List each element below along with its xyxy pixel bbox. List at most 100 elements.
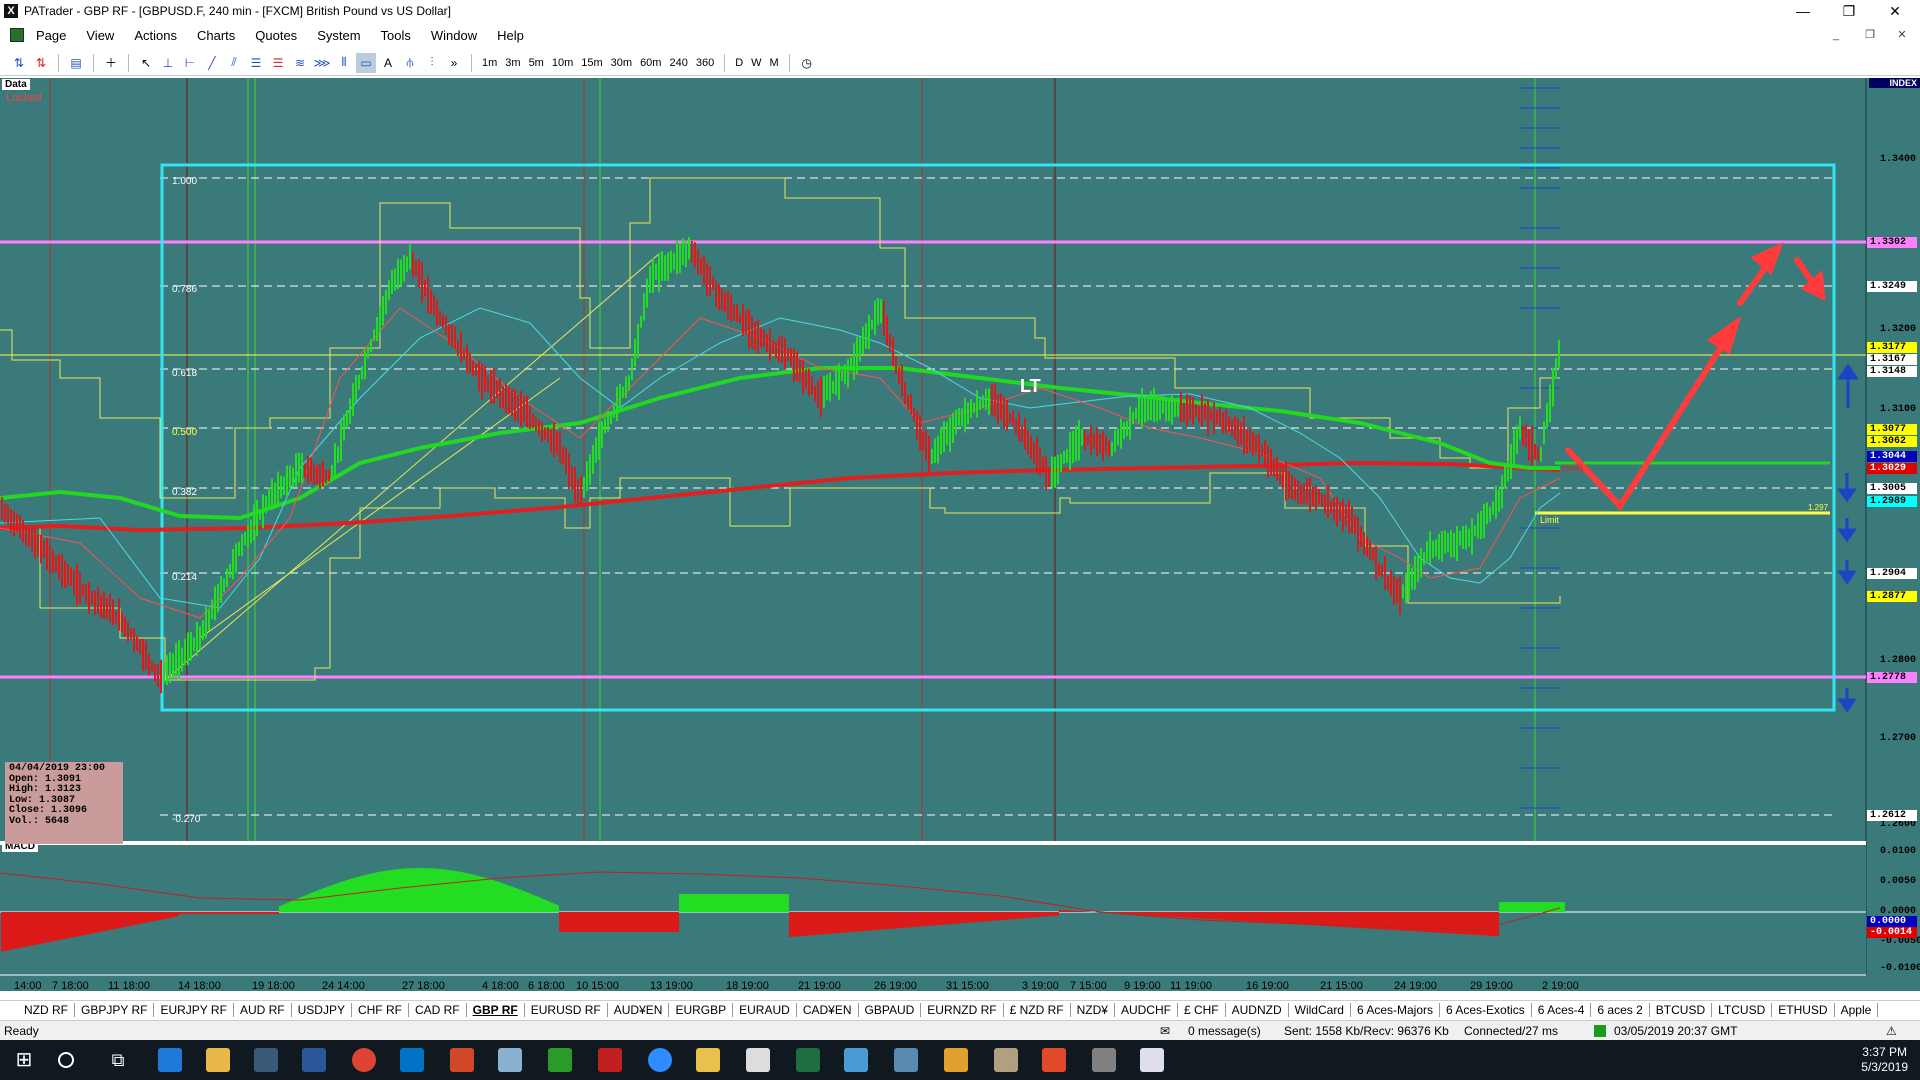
workspace-tab[interactable]: NZD RF (18, 1002, 75, 1017)
minimize-button[interactable]: — (1780, 0, 1826, 22)
timeframe-60m[interactable]: 60m (636, 57, 665, 69)
edge-browser-icon[interactable] (158, 1048, 182, 1072)
fib-fan-icon[interactable]: ≋ (290, 53, 310, 73)
trend-line-icon[interactable]: ╱ (202, 53, 222, 73)
pitchfork-icon[interactable]: ⫛ (400, 53, 420, 73)
timeframe-15m[interactable]: 15m (577, 57, 606, 69)
speed-lines-icon[interactable]: ⫶ (422, 53, 442, 73)
task-view-icon[interactable]: ⧉ (106, 1048, 130, 1072)
excel-icon[interactable] (796, 1048, 820, 1072)
app-icon[interactable] (498, 1048, 522, 1072)
workspace-tab[interactable]: GBP RF (467, 1002, 525, 1017)
menu-system[interactable]: System (307, 28, 370, 43)
mail-icon[interactable]: ✉ (1160, 1024, 1170, 1038)
search-icon[interactable] (58, 1052, 74, 1068)
ninja-app-icon[interactable] (548, 1048, 572, 1072)
menu-actions[interactable]: Actions (124, 28, 187, 43)
workspace-tab[interactable]: £ NZD RF (1004, 1002, 1071, 1017)
workspace-tab[interactable]: 6 Aces-Exotics (1440, 1002, 1532, 1017)
word-icon[interactable] (302, 1048, 326, 1072)
workspace-tab[interactable]: EURNZD RF (921, 1002, 1004, 1017)
workspace-tab[interactable]: BTCUSD (1650, 1002, 1713, 1017)
workspace-tab[interactable]: AUD RF (234, 1002, 292, 1017)
fib-retracement-icon[interactable]: ☰ (246, 53, 266, 73)
workspace-tab[interactable]: EURUSD RF (525, 1002, 608, 1017)
photos-icon[interactable] (1140, 1048, 1164, 1072)
fib-extension-icon[interactable]: ☰ (268, 53, 288, 73)
file-app-icon[interactable] (944, 1048, 968, 1072)
buy-arrow-icon[interactable]: ⇅ (9, 53, 29, 73)
powerpoint-icon[interactable] (450, 1048, 474, 1072)
notes-icon[interactable] (696, 1048, 720, 1072)
workspace-tab[interactable]: £ CHF (1178, 1002, 1226, 1017)
menu-charts[interactable]: Charts (187, 28, 245, 43)
chrome-icon[interactable] (352, 1048, 376, 1072)
tool-app-icon[interactable] (994, 1048, 1018, 1072)
status-messages[interactable]: 0 message(s) (1188, 1024, 1261, 1038)
text-tool-icon[interactable]: A (378, 53, 398, 73)
close-button[interactable]: ✕ (1872, 0, 1918, 22)
workspace-tab[interactable]: ETHUSD (1772, 1002, 1835, 1017)
menu-quotes[interactable]: Quotes (245, 28, 307, 43)
workspace-tab[interactable]: LTCUSD (1712, 1002, 1773, 1017)
channel-icon[interactable]: ⫽ (224, 53, 244, 73)
workspace-tab[interactable]: AUDNZD (1226, 1002, 1289, 1017)
patrader-task-icon[interactable] (254, 1048, 278, 1072)
horizontal-line-icon[interactable]: ⊥ (158, 53, 178, 73)
timeframe-1m[interactable]: 1m (478, 57, 501, 69)
workspace-tab[interactable]: CHF RF (352, 1002, 409, 1017)
workspace-tab[interactable]: 6 aces 2 (1591, 1002, 1650, 1017)
file-explorer-icon[interactable] (206, 1048, 230, 1072)
clock-icon[interactable]: ◷ (797, 53, 817, 73)
mdi-close-button[interactable]: ✕ (1886, 26, 1918, 44)
menu-help[interactable]: Help (487, 28, 534, 43)
workspace-tab[interactable]: EURAUD (733, 1002, 797, 1017)
timeframe-5m[interactable]: 5m (525, 57, 548, 69)
timeframe-10m[interactable]: 10m (548, 57, 577, 69)
calculator-icon[interactable] (746, 1048, 770, 1072)
workspace-tab[interactable]: GBPJPY RF (75, 1002, 155, 1017)
vertical-line-icon[interactable]: ⊢ (180, 53, 200, 73)
workspace-tab[interactable]: AUDCHF (1115, 1002, 1178, 1017)
workspace-tab[interactable]: 6 Aces-4 (1532, 1002, 1592, 1017)
timeframe-monthly[interactable]: M (766, 57, 783, 69)
bird-app-icon[interactable] (598, 1048, 622, 1072)
workspace-tab[interactable]: 6 Aces-Majors (1351, 1002, 1441, 1017)
workspace-tab[interactable]: NZD¥ (1071, 1002, 1115, 1017)
workspace-tab[interactable]: CAD¥EN (797, 1002, 859, 1017)
spreadsheet-app-icon[interactable] (894, 1048, 918, 1072)
chart-type-icon[interactable]: ▤ (66, 53, 86, 73)
start-button-icon[interactable]: ⊞ (12, 1048, 36, 1072)
menu-page[interactable]: Page (32, 28, 76, 43)
timeframe-30m[interactable]: 30m (607, 57, 636, 69)
workspace-tab[interactable]: EURGBP (669, 1002, 734, 1017)
workspace-tab[interactable]: USDJPY (292, 1002, 352, 1017)
workspace-tab[interactable]: GBPAUD (859, 1002, 922, 1017)
window-app-icon[interactable] (1092, 1048, 1116, 1072)
workspace-tab[interactable]: Apple (1835, 1002, 1879, 1017)
system-clock[interactable]: 3:37 PM 5/3/2019 (1861, 1045, 1908, 1075)
gann-icon[interactable]: ⋙ (312, 53, 332, 73)
workspace-tab[interactable]: EURJPY RF (154, 1002, 234, 1017)
timeframe-3m[interactable]: 3m (501, 57, 524, 69)
cycle-lines-icon[interactable]: ⦀ (334, 53, 354, 73)
timeframe-240[interactable]: 240 (665, 57, 691, 69)
timeframe-daily[interactable]: D (731, 57, 747, 69)
timeframe-weekly[interactable]: W (747, 57, 765, 69)
timeframe-360[interactable]: 360 (692, 57, 718, 69)
remote-desktop-icon[interactable] (844, 1048, 868, 1072)
zoom-icon[interactable] (648, 1048, 672, 1072)
mdi-restore-button[interactable]: ❐ (1854, 26, 1886, 44)
crosshair-icon[interactable]: ＋ (101, 53, 121, 73)
menu-view[interactable]: View (76, 28, 124, 43)
mdi-minimize-button[interactable]: _ (1820, 26, 1852, 44)
price-chart-panel[interactable]: 1.000 0.786 0.618 0.500 0.382 0.214 -0.2… (0, 78, 1920, 992)
maximize-button[interactable]: ❐ (1826, 0, 1872, 22)
pointer-icon[interactable]: ↖ (136, 53, 156, 73)
workspace-tab[interactable]: WildCard (1289, 1002, 1351, 1017)
price-chart-canvas[interactable]: 1.000 0.786 0.618 0.500 0.382 0.214 -0.2… (0, 78, 1920, 991)
more-tools-icon[interactable]: » (444, 53, 464, 73)
outlook-icon[interactable] (400, 1048, 424, 1072)
workspace-tab[interactable]: AUD¥EN (608, 1002, 670, 1017)
sell-arrow-icon[interactable]: ⇅ (31, 53, 51, 73)
